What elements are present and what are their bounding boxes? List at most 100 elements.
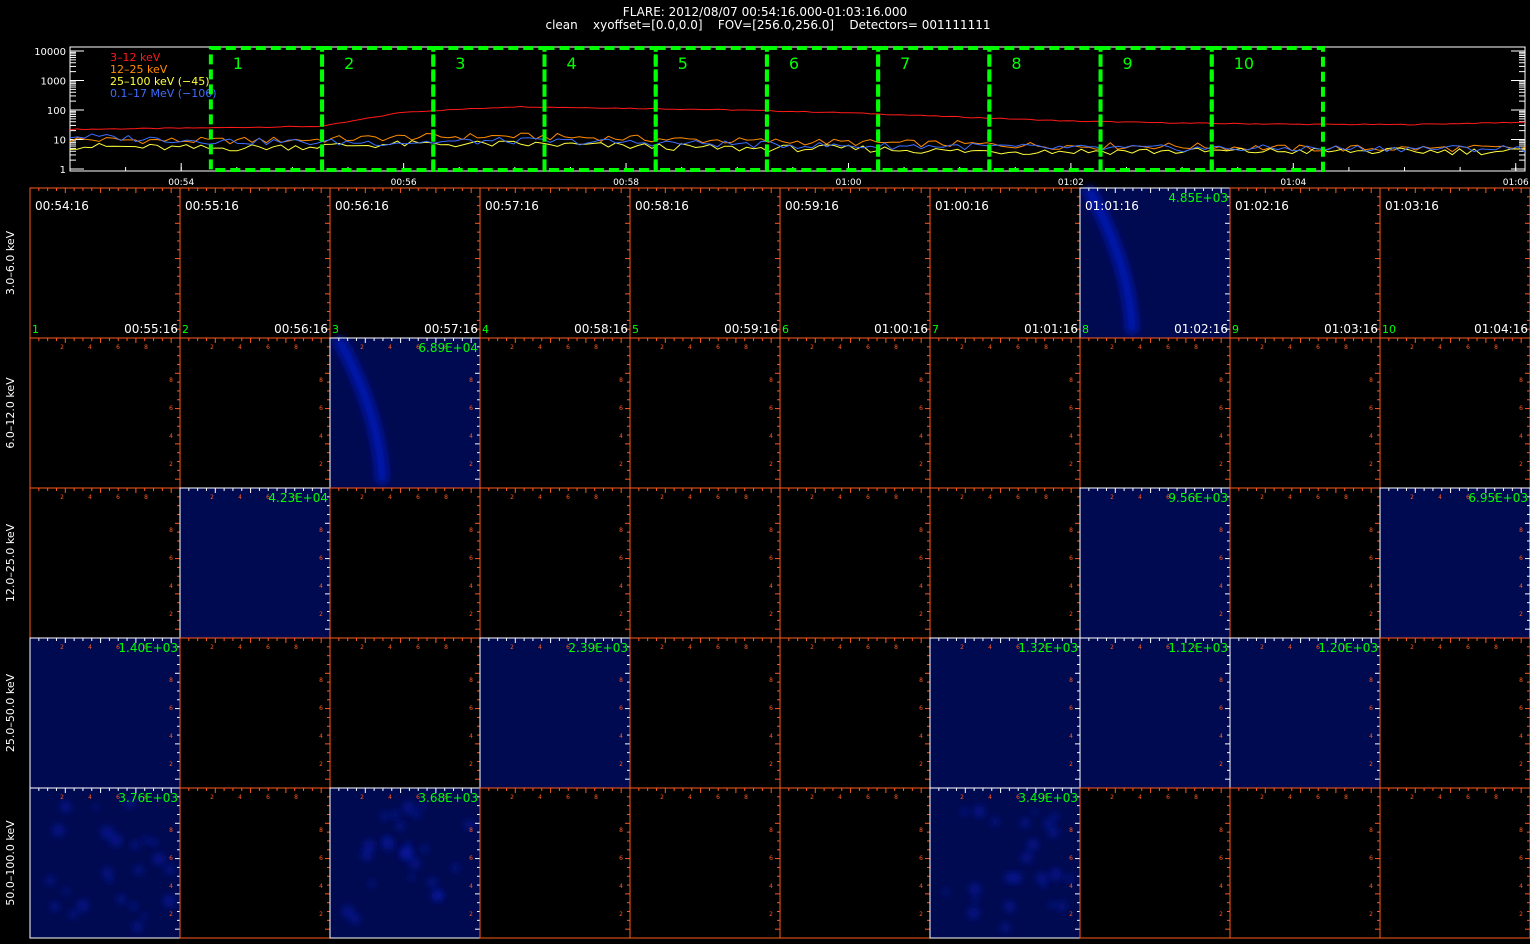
cell-xtick-label: 6	[716, 794, 720, 801]
interval-number: 9	[1232, 323, 1239, 336]
interval-number: 10	[1382, 323, 1396, 336]
cell-ytick-label: 2	[319, 911, 323, 918]
end-time-label: 00:59:16	[724, 322, 778, 336]
cell-xtick-label: 2	[60, 494, 64, 501]
interval-label: 3	[455, 54, 465, 73]
cell-ytick-label: 4	[1369, 583, 1373, 590]
cell-ytick-label: 2	[619, 611, 623, 618]
cell-ytick-label: 2	[1519, 911, 1523, 918]
cell-xtick-label: 6	[266, 344, 270, 351]
image-cell: 2 2 4 4 6 6 8 8	[1379, 337, 1530, 489]
image-cell: 00:55:16 2 00:56:16	[179, 187, 331, 339]
image-cell: 00:57:16 4 00:58:16	[479, 187, 631, 339]
cell-xtick-label: 2	[960, 794, 964, 801]
noise-blob	[1004, 872, 1015, 883]
cell-ytick-label: 2	[919, 461, 923, 468]
cell-xtick-label: 6	[866, 344, 870, 351]
cell-xtick-label: 6	[416, 494, 420, 501]
noise-blob	[1020, 817, 1030, 828]
cell-ytick-label: 6	[169, 405, 173, 412]
cell-ytick-label: 4	[919, 733, 923, 740]
noise-blob	[116, 894, 126, 904]
cell-xtick-label: 8	[744, 494, 748, 501]
interval-number: 2	[182, 323, 189, 336]
cell-xtick-label: 6	[566, 494, 570, 501]
image-cell-fill	[1080, 338, 1230, 488]
cell-ytick-label: 8	[1069, 377, 1073, 384]
peak-label: 4.23E+04	[268, 491, 328, 505]
cell-xtick-label: 2	[960, 494, 964, 501]
noise-blob	[361, 849, 373, 861]
cell-ytick-label: 2	[619, 461, 623, 468]
image-cell: 2 2 4 4 6 6 8 8	[29, 337, 181, 489]
cell-ytick-label: 8	[1519, 677, 1523, 684]
cell-xtick-label: 4	[688, 644, 692, 651]
peak-label: 6.95E+03	[1468, 491, 1528, 505]
noise-blob	[69, 910, 78, 919]
cell-ytick-label: 4	[169, 733, 173, 740]
image-cell-fill	[180, 338, 330, 488]
cell-ytick-label: 6	[169, 855, 173, 862]
cell-xtick-label: 8	[1194, 344, 1198, 351]
image-cell-fill	[480, 338, 630, 488]
cell-ytick-label: 4	[619, 883, 623, 890]
cell-xtick-label: 4	[688, 344, 692, 351]
cell-xtick-label: 4	[1288, 644, 1292, 651]
cell-xtick-label: 4	[88, 494, 92, 501]
cell-xtick-label: 2	[810, 494, 814, 501]
cell-ytick-label: 6	[469, 405, 473, 412]
interval-number: 4	[482, 323, 489, 336]
noise-blob	[396, 821, 405, 831]
cell-xtick-label: 4	[388, 344, 392, 351]
cell-ytick-label: 2	[919, 611, 923, 618]
cell-xtick-label: 4	[1438, 494, 1442, 501]
cell-ytick-label: 6	[1219, 405, 1223, 412]
cell-xtick-label: 6	[1466, 344, 1470, 351]
image-cell: 224466882.39E+03	[479, 637, 631, 789]
cell-ytick-label: 4	[919, 583, 923, 590]
noise-blob	[60, 801, 71, 813]
noise-blob	[1048, 827, 1059, 838]
cell-ytick-label: 6	[619, 405, 623, 412]
image-cell: 00:56:16 3 00:57:16	[329, 187, 481, 339]
cell-xtick-label: 4	[1138, 494, 1142, 501]
cell-ytick-label: 4	[469, 433, 473, 440]
image-cell: 2 2 4 4 6 6 8 8	[329, 487, 481, 639]
cell-ytick-label: 2	[1519, 611, 1523, 618]
image-cell-fill	[1080, 638, 1230, 788]
image-cell: 4.85E+03 01:01:16 8 01:02:16	[1079, 186, 1231, 339]
cell-xtick-label: 4	[88, 344, 92, 351]
cell-xtick-label: 4	[688, 794, 692, 801]
cell-ytick-label: 8	[769, 377, 773, 384]
image-cell: 2 2 4 4 6 6 8 8	[629, 337, 781, 489]
image-cell: 2 2 4 4 6 6 8 8	[1379, 787, 1530, 939]
cell-ytick-label: 6	[919, 555, 923, 562]
image-cell: 00:59:16 6 01:00:16	[779, 187, 931, 339]
cell-xtick-label: 2	[660, 344, 664, 351]
image-cell: 2 2 4 4 6 6 8 8	[779, 487, 931, 639]
cell-ytick-label: 2	[169, 611, 173, 618]
cell-ytick-label: 2	[319, 611, 323, 618]
cell-ytick-label: 2	[769, 461, 773, 468]
cell-xtick-label: 4	[538, 344, 542, 351]
cell-xtick-label: 2	[60, 644, 64, 651]
cell-ytick-label: 2	[319, 461, 323, 468]
cell-ytick-label: 8	[619, 677, 623, 684]
image-cell: 2 2 4 4 6 6 8 8	[179, 337, 331, 489]
cell-ytick-label: 6	[319, 405, 323, 412]
cell-xtick-label: 4	[388, 794, 392, 801]
cell-ytick-label: 6	[469, 705, 473, 712]
cell-xtick-label: 2	[660, 794, 664, 801]
cell-ytick-label: 6	[769, 705, 773, 712]
noise-blob	[1000, 922, 1011, 933]
image-cell: 224466881.12E+03	[1079, 637, 1231, 789]
image-cell: 224466886.89E+04	[329, 336, 481, 489]
cell-xtick-label: 2	[510, 344, 514, 351]
cell-xtick-label: 8	[444, 644, 448, 651]
image-cell: 2 2 4 4 6 6 8 8	[1229, 337, 1381, 489]
noise-blob	[1031, 808, 1038, 815]
cell-ytick-label: 2	[469, 611, 473, 618]
cell-ytick-label: 2	[1069, 461, 1073, 468]
image-cell: 2 2 4 4 6 6 8 8	[779, 637, 931, 789]
cell-xtick-label: 2	[510, 644, 514, 651]
